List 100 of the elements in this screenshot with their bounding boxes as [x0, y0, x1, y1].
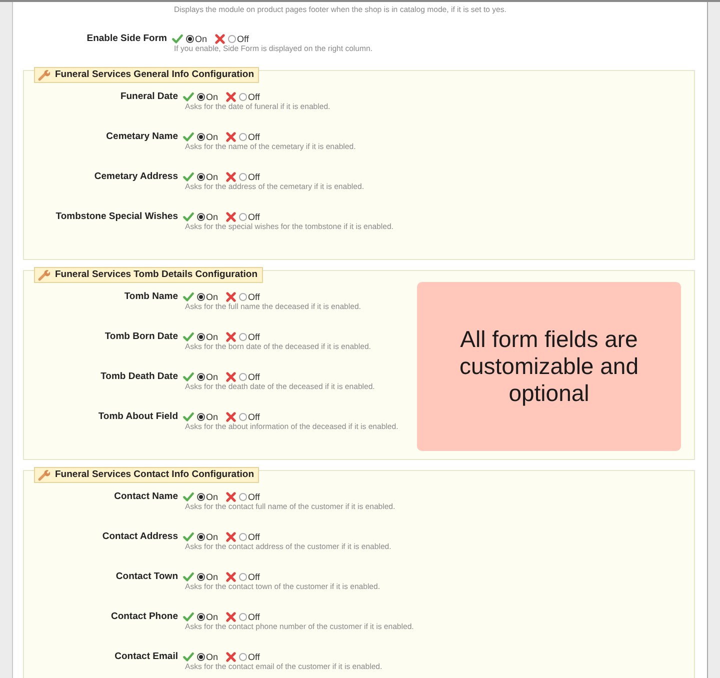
radio-label[interactable]: On — [206, 332, 218, 342]
check-icon — [183, 172, 194, 182]
radio-button[interactable] — [239, 533, 248, 541]
radio-button[interactable] — [239, 613, 248, 621]
radio-button[interactable] — [239, 493, 248, 501]
radio-label[interactable]: Off — [248, 172, 260, 182]
field-label: Cemetary Address — [93, 171, 178, 183]
radio-label[interactable]: Off — [248, 652, 260, 662]
field-label: Enable Side Form — [86, 33, 167, 45]
check-icon — [183, 412, 194, 422]
check-icon — [183, 652, 194, 662]
field-label: Contact Name — [113, 491, 178, 503]
callout-text: All form fields are customizable and optional — [458, 326, 640, 407]
radio-label[interactable]: On — [206, 132, 218, 142]
legend-title: Funeral Services Contact Info Configuration — [55, 469, 254, 481]
radio-label[interactable]: On — [206, 612, 218, 622]
field-label: Tomb Name — [123, 291, 178, 303]
check-icon — [183, 572, 194, 582]
radio-label[interactable]: On — [206, 92, 218, 102]
field-label: Tombstone Special Wishes — [54, 211, 178, 223]
field-label: Funeral Date — [119, 91, 178, 103]
radio-button[interactable] — [239, 413, 248, 421]
radio-label[interactable]: On — [206, 292, 218, 302]
radio-button[interactable] — [197, 173, 205, 181]
field-label: Tomb Born Date — [104, 331, 178, 343]
radio-label[interactable]: Off — [248, 612, 260, 622]
radio-label[interactable]: Off — [248, 92, 260, 102]
legend-title: Funeral Services Tomb Details Configuration — [55, 269, 258, 281]
field-label: Contact Town — [114, 571, 178, 583]
field-label: Tomb About Field — [97, 411, 178, 423]
cross-icon — [226, 572, 236, 582]
radio-button[interactable] — [197, 373, 205, 381]
radio-label[interactable]: On — [206, 172, 218, 182]
radio-label[interactable]: On — [206, 652, 218, 662]
radio-button[interactable] — [239, 373, 248, 381]
radio-label[interactable]: Off — [248, 372, 260, 382]
radio-label[interactable]: Off — [248, 412, 260, 422]
radio-label[interactable]: Off — [237, 34, 249, 44]
cross-icon — [226, 532, 236, 542]
radio-button[interactable] — [239, 653, 248, 661]
radio-button[interactable] — [197, 653, 205, 661]
cross-icon — [226, 92, 236, 102]
radio-button[interactable] — [228, 35, 236, 43]
radio-button[interactable] — [239, 93, 248, 101]
check-icon — [183, 292, 194, 302]
radio-label[interactable]: On — [195, 34, 208, 44]
cross-icon — [226, 612, 236, 622]
radio-label[interactable]: On — [206, 532, 218, 542]
radio-button[interactable] — [239, 213, 248, 221]
radio-label[interactable]: On — [206, 572, 218, 582]
field-label: Contact Email — [114, 651, 178, 663]
radio-label[interactable]: Off — [248, 292, 260, 302]
radio-button[interactable] — [239, 133, 248, 141]
check-icon — [172, 34, 183, 44]
radio-label[interactable]: Off — [248, 492, 260, 502]
radio-button[interactable] — [197, 493, 205, 501]
wrench-icon — [38, 69, 50, 81]
radio-button[interactable] — [197, 533, 205, 541]
radio-button[interactable] — [197, 133, 205, 141]
radio-button[interactable] — [239, 333, 248, 341]
cross-icon — [226, 372, 236, 382]
radio-button[interactable] — [197, 213, 205, 221]
radio-button[interactable] — [197, 413, 205, 421]
cross-icon — [215, 34, 226, 44]
check-icon — [183, 492, 194, 502]
field-label: Contact Address — [101, 531, 178, 543]
radio-button[interactable] — [197, 573, 205, 581]
radio-label[interactable]: On — [206, 412, 218, 422]
radio-button[interactable] — [197, 613, 205, 621]
wrench-icon — [38, 269, 50, 281]
check-icon — [183, 132, 194, 142]
check-icon — [183, 612, 194, 622]
radio-label[interactable]: Off — [248, 212, 260, 222]
check-icon — [183, 332, 194, 342]
radio-label[interactable]: On — [206, 212, 218, 222]
radio-button[interactable] — [186, 35, 194, 43]
radio-label[interactable]: Off — [248, 572, 260, 582]
cross-icon — [226, 292, 236, 302]
check-icon — [183, 372, 194, 382]
radio-label[interactable]: On — [206, 492, 218, 502]
field-label: Contact Phone — [110, 611, 178, 623]
radio-label[interactable]: On — [206, 372, 218, 382]
cross-icon — [226, 652, 236, 662]
check-icon — [183, 532, 194, 542]
check-icon — [183, 92, 194, 102]
check-icon — [183, 212, 194, 222]
cross-icon — [226, 492, 236, 502]
radio-label[interactable]: Off — [248, 532, 260, 542]
radio-button[interactable] — [239, 293, 248, 301]
wrench-icon — [38, 469, 50, 481]
radio-button[interactable] — [239, 173, 248, 181]
radio-label[interactable]: Off — [248, 332, 260, 342]
field-label: Cemetary Name — [105, 131, 178, 143]
radio-button[interactable] — [197, 293, 205, 301]
radio-button[interactable] — [197, 333, 205, 341]
radio-label[interactable]: Off — [248, 132, 260, 142]
radio-button[interactable] — [239, 573, 248, 581]
radio-button[interactable] — [197, 93, 205, 101]
cross-icon — [226, 132, 236, 142]
legend-title: Funeral Services General Info Configuration — [55, 69, 254, 81]
